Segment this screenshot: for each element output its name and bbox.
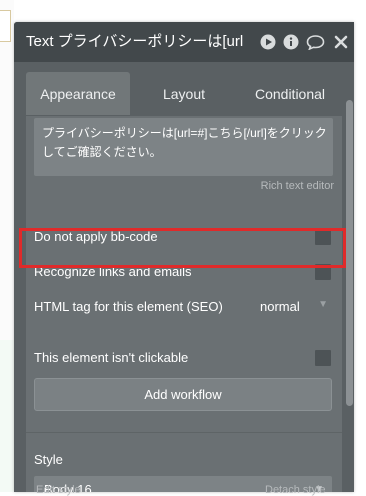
detach-style-link[interactable]: Detach style [265, 484, 326, 496]
html-tag-select[interactable]: normal ▼ [250, 295, 332, 319]
html-tag-value: normal [260, 299, 300, 314]
panel-titlebar: Text プライバシーポリシーは[url [14, 22, 354, 62]
style-label: Style [34, 452, 63, 467]
info-icon[interactable] [283, 34, 299, 50]
appearance-content: プライバシーポリシーは[url=#]こちら[/url]をクリックしてご確認くださ… [26, 116, 342, 492]
tab-conditional[interactable]: Conditional [238, 72, 342, 115]
panel-tabs: Appearance Layout Conditional [14, 62, 354, 116]
highlight-box [19, 228, 346, 268]
html-tag-label: HTML tag for this element (SEO) [34, 299, 223, 314]
not-clickable-checkbox[interactable] [315, 350, 331, 366]
rich-text-editor-label: Rich text editor [260, 180, 334, 192]
scrollbar[interactable] [346, 100, 353, 406]
play-icon[interactable] [260, 34, 276, 50]
comment-icon[interactable] [306, 34, 325, 50]
tab-appearance[interactable]: Appearance [26, 72, 130, 115]
canvas-area [0, 340, 14, 492]
not-clickable-label: This element isn't clickable [34, 350, 189, 365]
section-divider [26, 432, 342, 433]
tab-layout[interactable]: Layout [130, 72, 238, 115]
canvas-element [0, 10, 11, 42]
rich-text-editor[interactable]: プライバシーポリシーは[url=#]こちら[/url]をクリックしてご確認くださ… [34, 118, 333, 176]
chevron-down-icon: ▼ [318, 299, 328, 310]
rich-text-value[interactable]: プライバシーポリシーは[url=#]こちら[/url]をクリックしてご確認くださ… [42, 124, 328, 162]
close-icon[interactable] [334, 34, 348, 50]
edit-style-link[interactable]: Edit style [36, 484, 81, 496]
add-workflow-button[interactable]: Add workflow [34, 378, 332, 411]
panel-title: Text プライバシーポリシーは[url [26, 33, 244, 50]
